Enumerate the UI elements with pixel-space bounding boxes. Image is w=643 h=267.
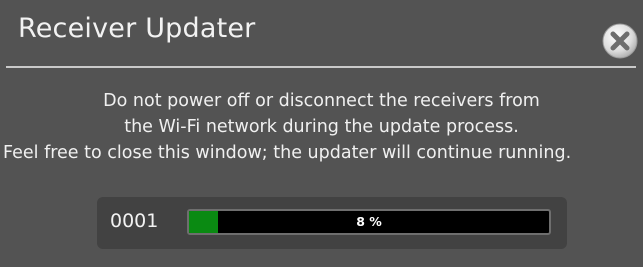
- message-line-1: Do not power off or disconnect the recei…: [103, 91, 540, 111]
- window-title: Receiver Updater: [18, 13, 256, 44]
- progress-percent-label: 8 %: [356, 214, 382, 229]
- receiver-updater-window: Receiver Updater Do not power off or dis…: [0, 0, 643, 267]
- close-circle-icon: [602, 23, 638, 59]
- receiver-progress-panel: 0001 8 %: [97, 197, 567, 249]
- message-line-2: the Wi-Fi network during the update proc…: [124, 117, 519, 137]
- progress-bar: 8 %: [187, 209, 551, 235]
- close-button[interactable]: [600, 21, 640, 61]
- receiver-id: 0001: [110, 210, 159, 232]
- title-bar: Receiver Updater: [0, 0, 643, 66]
- title-divider: [6, 66, 636, 68]
- warning-message: Do not power off or disconnect the recei…: [0, 88, 643, 166]
- message-line-3: Feel free to close this window; the upda…: [3, 143, 572, 163]
